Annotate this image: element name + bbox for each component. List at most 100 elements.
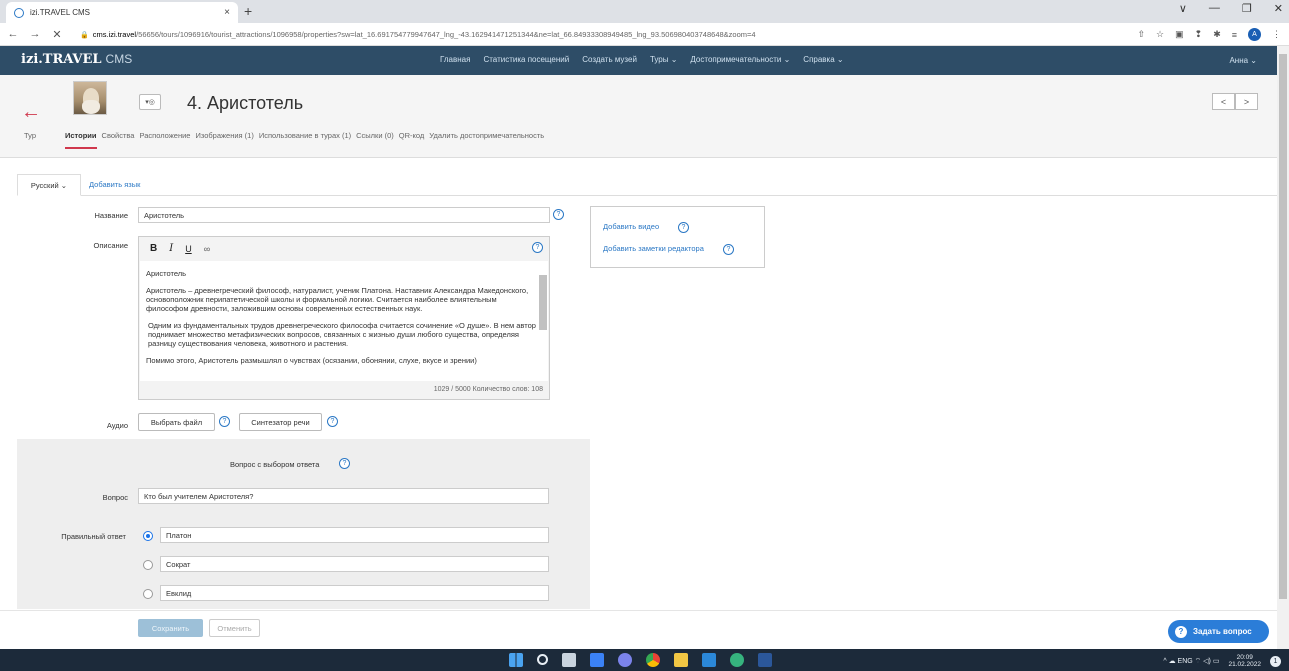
attraction-thumbnail[interactable] xyxy=(73,81,107,115)
add-editor-notes-link[interactable]: Добавить заметки редактора xyxy=(603,244,704,253)
notification-badge[interactable]: 1 xyxy=(1270,655,1281,667)
lock-icon: 🔒 xyxy=(80,31,89,39)
description-textarea[interactable]: Аристотель Аристотель – древнегреческий … xyxy=(140,261,548,381)
description-paragraph: Помимо этого, Аристотель размышлял о чув… xyxy=(146,356,477,365)
menu-tours[interactable]: Туры ⌄ xyxy=(650,55,677,64)
profile-avatar[interactable]: A xyxy=(1248,28,1261,41)
tab-stories[interactable]: Истории xyxy=(65,131,97,149)
close-tab-icon[interactable]: × xyxy=(224,7,230,18)
back-arrow-icon[interactable]: ← xyxy=(21,101,41,124)
browser-tabstrip: izi.TRAVEL CMS × + ∨ — ❐ ✕ xyxy=(0,0,1289,23)
answer-radio-1[interactable] xyxy=(143,531,153,541)
audio-help-icon[interactable]: ? xyxy=(219,416,230,427)
page-scrollbar[interactable] xyxy=(1277,46,1289,649)
tab-location[interactable]: Расположение xyxy=(139,131,190,140)
question-field[interactable]: Кто был учителем Аристотеля? xyxy=(138,488,549,504)
answer-radio-2[interactable] xyxy=(143,560,153,570)
back-arrow-icon[interactable]: ← xyxy=(4,28,22,40)
main-menu: Главная Статистика посещений Создать муз… xyxy=(440,55,844,64)
widgets-icon[interactable] xyxy=(590,653,604,667)
attraction-tabs: Тур Истории Свойства Расположение Изобра… xyxy=(24,131,549,149)
menu-help[interactable]: Справка ⌄ xyxy=(803,55,843,64)
maximize-button[interactable]: ❐ xyxy=(1242,2,1252,15)
new-tab-button[interactable]: + xyxy=(244,3,252,19)
tab-delete-attraction[interactable]: Удалить достопримечательность xyxy=(429,131,544,140)
menu-attractions[interactable]: Достопримечательности ⌄ xyxy=(690,55,790,64)
name-help-icon[interactable]: ? xyxy=(553,209,564,220)
clock-date: 21.02.2022 xyxy=(1228,661,1261,668)
photos-icon[interactable] xyxy=(702,653,716,667)
app-logo[interactable]: izi.TRAVEL CMS xyxy=(21,52,132,67)
editor-notes-help-icon[interactable]: ? xyxy=(723,244,734,255)
tab-used-in-tours[interactable]: Использование в турах (1) xyxy=(259,131,351,140)
word-icon[interactable] xyxy=(758,653,772,667)
editor-scrollbar[interactable] xyxy=(539,265,547,373)
menu-visit-stats[interactable]: Статистика посещений xyxy=(483,55,569,64)
tab-links[interactable]: Ссылки (0) xyxy=(356,131,394,140)
save-button[interactable]: Сохранить xyxy=(138,619,203,637)
name-field[interactable]: Аристотель xyxy=(138,207,550,223)
tab-search-icon[interactable]: ∨ xyxy=(1179,2,1187,15)
file-explorer-icon[interactable] xyxy=(674,653,688,667)
chrome-icon[interactable] xyxy=(646,653,660,667)
next-attraction-button[interactable]: > xyxy=(1235,93,1258,110)
description-paragraph: Одним из фундаментальных трудов древнегр… xyxy=(148,321,536,348)
forward-arrow-icon[interactable]: → xyxy=(26,28,44,40)
underline-button[interactable]: U xyxy=(185,244,192,254)
add-video-help-icon[interactable]: ? xyxy=(678,222,689,233)
answer-field-1[interactable]: Платон xyxy=(160,527,549,543)
cancel-button[interactable]: Отменить xyxy=(209,619,260,637)
chat-icon[interactable] xyxy=(618,653,632,667)
tab-tour[interactable]: Тур xyxy=(24,131,36,140)
link-icon[interactable]: ∞ xyxy=(204,244,210,254)
question-label: Вопрос xyxy=(102,493,128,502)
speech-help-icon[interactable]: ? xyxy=(327,416,338,427)
stop-loading-icon[interactable]: ✕ xyxy=(48,28,66,41)
italic-button[interactable]: I xyxy=(169,243,173,254)
add-language-link[interactable]: Добавить язык xyxy=(89,180,140,189)
extensions-puzzle-icon[interactable]: ✱ xyxy=(1213,29,1221,40)
url-host: cms.izi.travel xyxy=(92,30,137,39)
ask-question-button[interactable]: ? Задать вопрос xyxy=(1168,620,1269,643)
menu-home[interactable]: Главная xyxy=(440,55,470,64)
task-view-icon[interactable] xyxy=(562,653,576,667)
description-label: Описание xyxy=(93,241,128,250)
attraction-pager: < > xyxy=(1212,93,1258,110)
start-icon[interactable] xyxy=(509,653,523,667)
clock[interactable]: 20:09 21.02.2022 xyxy=(1228,654,1261,668)
tab-images[interactable]: Изображения (1) xyxy=(195,131,253,140)
extension-pin-icon[interactable]: ❢ xyxy=(1195,29,1203,40)
tab-qr-code[interactable]: QR-код xyxy=(399,131,425,140)
speech-synthesizer-button[interactable]: Синтезатор речи xyxy=(239,413,322,431)
audio-dropdown-icon[interactable]: ▾◎ xyxy=(139,94,161,110)
answer-radio-3[interactable] xyxy=(143,589,153,599)
language-tabs: Русский ⌄ Добавить язык xyxy=(17,174,1277,196)
answer-field-2[interactable]: Сократ xyxy=(160,556,549,572)
prev-attraction-button[interactable]: < xyxy=(1212,93,1235,110)
tray-icons[interactable]: ^ ☁ ENG ⌔ ◁) ▭ xyxy=(1163,657,1219,666)
tab-properties[interactable]: Свойства xyxy=(102,131,135,140)
tab-title: izi.TRAVEL CMS xyxy=(30,8,91,17)
share-icon[interactable]: ⇧ xyxy=(1138,29,1146,40)
bold-button[interactable]: B xyxy=(150,243,157,254)
close-window-button[interactable]: ✕ xyxy=(1274,2,1283,15)
name-label: Название xyxy=(94,211,128,220)
answer-field-3[interactable]: Евклид xyxy=(160,585,549,601)
choose-file-button[interactable]: Выбрать файл xyxy=(138,413,215,431)
browser-tab[interactable]: izi.TRAVEL CMS × xyxy=(6,2,238,23)
clock-time: 20:09 xyxy=(1236,654,1253,661)
minimize-button[interactable]: — xyxy=(1209,2,1220,15)
edge-icon[interactable] xyxy=(730,653,744,667)
description-help-icon[interactable]: ? xyxy=(532,242,543,253)
reading-list-icon[interactable]: ≡ xyxy=(1232,30,1237,40)
extension-icon[interactable]: ▣ xyxy=(1175,29,1184,40)
language-select[interactable]: Русский ⌄ xyxy=(17,174,81,196)
browser-menu-icon[interactable]: ⋮ xyxy=(1272,29,1281,40)
menu-create-museum[interactable]: Создать музей xyxy=(582,55,637,64)
quiz-help-icon[interactable]: ? xyxy=(339,458,350,469)
search-icon[interactable] xyxy=(537,654,548,665)
add-video-link[interactable]: Добавить видео xyxy=(603,222,659,231)
user-menu[interactable]: Анна ⌄ xyxy=(1229,56,1257,65)
url-field[interactable]: 🔒 cms.izi.travel/56656/tours/1096916/tou… xyxy=(80,26,1080,43)
bookmark-star-icon[interactable]: ☆ xyxy=(1156,29,1164,40)
